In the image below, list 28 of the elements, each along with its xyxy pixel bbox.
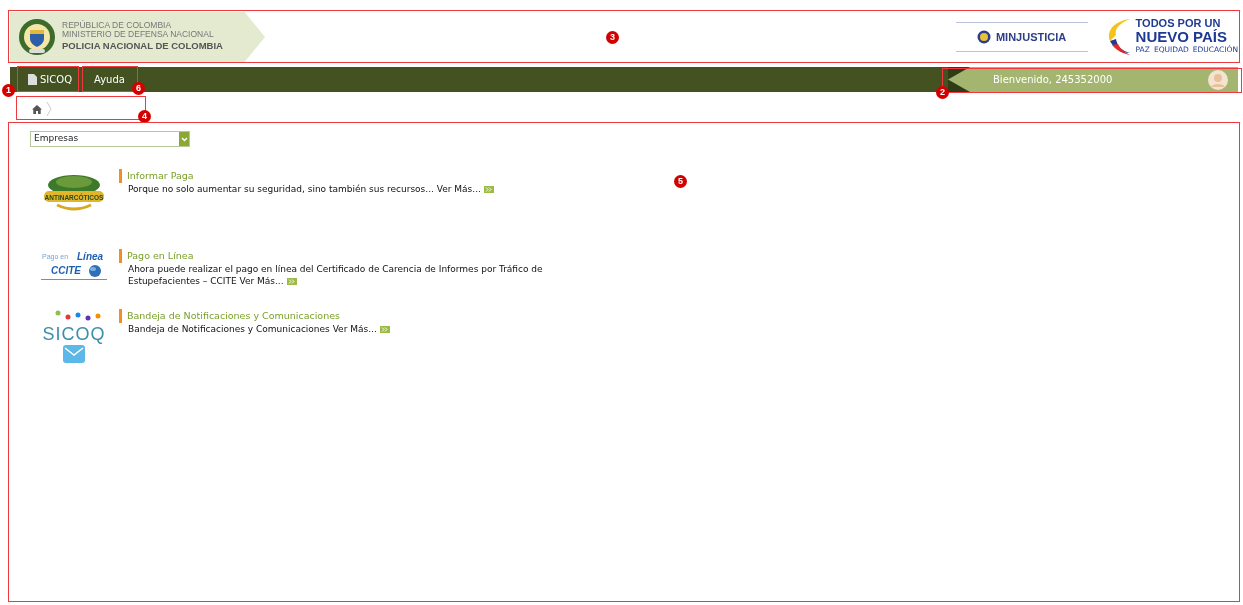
chevron-down-icon xyxy=(180,136,188,142)
ministry-logo: MINJUSTICIA xyxy=(955,22,1088,52)
menu-tab[interactable]: SICOQ xyxy=(20,67,81,92)
more-arrow-icon[interactable] xyxy=(379,326,390,334)
callout-number: 5 xyxy=(674,175,687,188)
annotation-box xyxy=(17,66,79,92)
slogan-text: NUEVO PAÍS xyxy=(1135,29,1227,45)
agency-name: POLICIA NACIONAL DE COLOMBIA xyxy=(62,38,223,53)
welcome-text: Bienvenido, 245352000 xyxy=(993,73,1113,87)
agency-text: MINISTERIO DE DEFENSA NACIONAL xyxy=(62,29,215,39)
police-emblem-icon xyxy=(18,18,56,56)
document-icon xyxy=(28,74,37,85)
item-description: Bandeja de Notificaciones y Comunicaciones Ver Más... xyxy=(128,323,390,336)
callout-number: 3 xyxy=(606,31,619,44)
menu-tab[interactable]: Ayuda xyxy=(86,67,133,92)
callout-number: 1 xyxy=(2,84,15,97)
more-arrow-icon[interactable] xyxy=(286,278,297,286)
agency-text: REPÚBLICA DE COLOMBIA xyxy=(62,20,173,30)
sicoq-logo: SICOQ xyxy=(38,309,110,369)
item-description: Ahora puede realizar el pago en línea del Certificado de Carencia de Informes por Tráfico de Estupefacientes – CCITE Ver Más... xyxy=(128,263,544,288)
avatar-icon[interactable] xyxy=(1208,69,1228,90)
slogan-text: TODOS POR UN xyxy=(1135,18,1221,30)
item-description: Porque no solo aumentar su seguridad, sino también sus recursos... Ver Más... xyxy=(128,183,494,196)
home-icon[interactable] xyxy=(32,104,42,114)
breadcrumb-separator-icon xyxy=(46,101,52,117)
company-type-select[interactable]: Empresas xyxy=(30,131,190,147)
seal-icon xyxy=(976,30,991,44)
more-arrow-icon[interactable] xyxy=(483,186,494,194)
